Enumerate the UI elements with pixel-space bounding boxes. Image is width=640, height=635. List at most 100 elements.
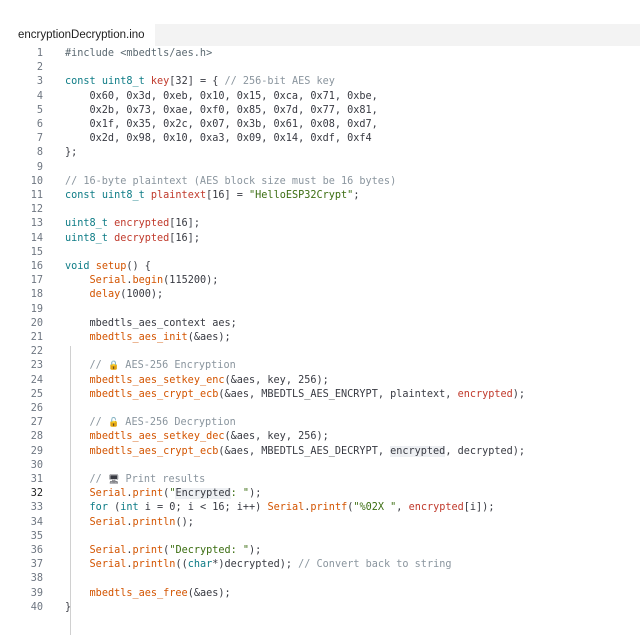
code-line[interactable]: 15 [0, 246, 640, 260]
code-token: AES-256 Decryption [119, 417, 236, 429]
code-token: mbedtls_aes_setkey_dec [89, 431, 225, 443]
code-token: // [89, 417, 108, 429]
code-line[interactable]: 14 uint8_t decrypted[16]; [0, 232, 640, 246]
code-line[interactable]: 6 0x1f, 0x35, 0x2c, 0x07, 0x3b, 0x61, 0x… [0, 118, 640, 132]
code-token: 0x2d, 0x98, 0x10, 0xa3, 0x09, 0x14, 0xdf… [65, 133, 372, 145]
code-line[interactable]: 27 // 🔓 AES-256 Decryption [0, 416, 640, 430]
code-token: ( [107, 502, 121, 514]
code-token: , decrypted); [445, 445, 526, 457]
code-text: mbedtls_aes_free(&aes); [65, 587, 231, 601]
code-token: (&aes, MBEDTLS_AES_ENCRYPT, plaintext, [218, 388, 458, 400]
code-token: , [396, 502, 409, 514]
code-line[interactable]: 18 delay(1000); [0, 288, 640, 302]
code-line[interactable]: 8}; [0, 146, 640, 160]
code-line[interactable]: 40} [0, 601, 640, 615]
code-line[interactable]: 37 Serial.println((char*)decrypted); // … [0, 558, 640, 572]
code-text: uint8_t decrypted[16]; [65, 232, 200, 246]
code-text: Serial.println((char*)decrypted); // Con… [65, 558, 452, 572]
code-token: ; [353, 190, 360, 201]
code-line[interactable]: 34 Serial.println(); [0, 516, 640, 530]
code-line[interactable]: 32 Serial.print("Encrypted: "); [0, 487, 640, 501]
code-token: (&aes, key, 256); [224, 374, 329, 386]
code-token: } [65, 601, 72, 613]
code-token: println [132, 516, 176, 528]
line-number: 30 [30, 459, 43, 471]
code-line[interactable]: 23 // 🔒 AES-256 Encryption [0, 359, 640, 373]
code-token: mbedtls_aes_crypt_ecb [89, 445, 219, 457]
code-line[interactable]: 21 mbedtls_aes_init(&aes); [0, 331, 640, 345]
line-number: 32 [30, 488, 43, 500]
line-number: 6 [36, 119, 43, 130]
code-token: [i]); [463, 502, 495, 514]
line-number: 26 [30, 403, 43, 414]
line-number: 38 [30, 573, 43, 585]
line-number: 24 [30, 374, 43, 386]
code-line[interactable]: 26 [0, 402, 640, 416]
code-line[interactable]: 13 uint8_t encrypted[16]; [0, 217, 640, 231]
code-line[interactable]: 33 for (int i = 0; i < 16; i++) Serial.p… [0, 501, 640, 515]
code-line[interactable]: 35 [0, 530, 640, 544]
code-line[interactable]: 17 Serial.begin(115200); [0, 274, 640, 288]
tab-file[interactable]: encryptionDecryption.ino [0, 24, 155, 46]
code-token: const [65, 190, 96, 201]
code-line[interactable]: 30 [0, 459, 640, 473]
code-editor[interactable]: 1 #include <mbedtls/aes.h> 2 3 const uint8_t… [0, 46, 640, 635]
line-number: 37 [30, 559, 43, 571]
code-token: // Convert back to string [298, 559, 452, 571]
line-number: 4 [36, 90, 43, 102]
tab-bar: encryptionDecryption.ino [0, 24, 640, 46]
line-number: 20 [30, 317, 43, 329]
code-text: mbedtls_aes_context aes; [65, 317, 237, 331]
code-line[interactable]: 11 const uint8_t plaintext[16] = "HelloES… [0, 189, 640, 203]
code-line[interactable]: 39 mbedtls_aes_free(&aes); [0, 587, 640, 601]
code-line[interactable]: 19 [0, 303, 640, 317]
code-token: ); [249, 545, 262, 556]
code-text: mbedtls_aes_setkey_dec(&aes, key, 256); [65, 430, 329, 444]
code-text: mbedtls_aes_setkey_enc(&aes, key, 256); [65, 374, 329, 388]
code-text: #include <mbedtls/aes.h> [65, 47, 212, 61]
code-line[interactable]: 24 mbedtls_aes_setkey_enc(&aes, key, 256… [0, 374, 640, 388]
code-token: (( [175, 559, 188, 571]
code-line[interactable]: 36 Serial.print("Decrypted: "); [0, 544, 640, 558]
code-line[interactable]: 31 // 🖥 Print results [0, 473, 640, 487]
code-line[interactable]: 7 0x2d, 0x98, 0x10, 0xa3, 0x09, 0x14, 0x… [0, 132, 640, 146]
code-line[interactable]: 22 [0, 345, 640, 359]
code-line[interactable]: 28 mbedtls_aes_setkey_dec(&aes, key, 256… [0, 430, 640, 444]
code-token: 0x60, 0x3d, 0xeb, 0x10, 0x15, 0xca, 0x71… [65, 90, 378, 102]
line-number: 12 [30, 204, 43, 216]
line-number: 31 [30, 474, 43, 485]
code-line[interactable]: 1 #include <mbedtls/aes.h> [0, 47, 640, 61]
code-line[interactable]: 20 mbedtls_aes_context aes; [0, 317, 640, 331]
code-token: setup [95, 261, 127, 272]
code-line[interactable]: 3 const uint8_t key[32] = { // 256-bit AE… [0, 75, 640, 89]
code-line[interactable]: 29 mbedtls_aes_crypt_ecb(&aes, MBEDTLS_A… [0, 445, 640, 459]
code-line[interactable]: 5 0x2b, 0x73, 0xae, 0xf0, 0x85, 0x7d, 0x… [0, 104, 640, 118]
code-token: println [132, 559, 176, 571]
code-line[interactable]: 12 [0, 203, 640, 217]
line-number: 8 [36, 147, 43, 159]
code-line[interactable]: 9 [0, 161, 640, 175]
code-line[interactable]: 10 // 16-byte plaintext (AES block size m… [0, 175, 640, 189]
code-line[interactable]: 38 [0, 572, 640, 586]
code-line[interactable]: 25 mbedtls_aes_crypt_ecb(&aes, MBEDTLS_A… [0, 388, 640, 402]
code-token: Encrypted [175, 488, 231, 500]
line-number: 40 [30, 601, 43, 613]
code-token: uint8_t [65, 232, 108, 244]
code-token: : " [230, 488, 250, 500]
code-line[interactable]: 16 void setup() { [0, 260, 640, 274]
line-number: 7 [36, 133, 43, 145]
code-line[interactable]: 2 [0, 61, 640, 75]
code-line[interactable]: 4 0x60, 0x3d, 0xeb, 0x10, 0x15, 0xca, 0x… [0, 90, 640, 104]
line-number: 13 [30, 218, 43, 230]
code-token: ); [249, 488, 262, 500]
code-text: Serial.println(); [65, 516, 194, 530]
code-token: }; [65, 147, 78, 159]
code-token: print [132, 488, 164, 500]
